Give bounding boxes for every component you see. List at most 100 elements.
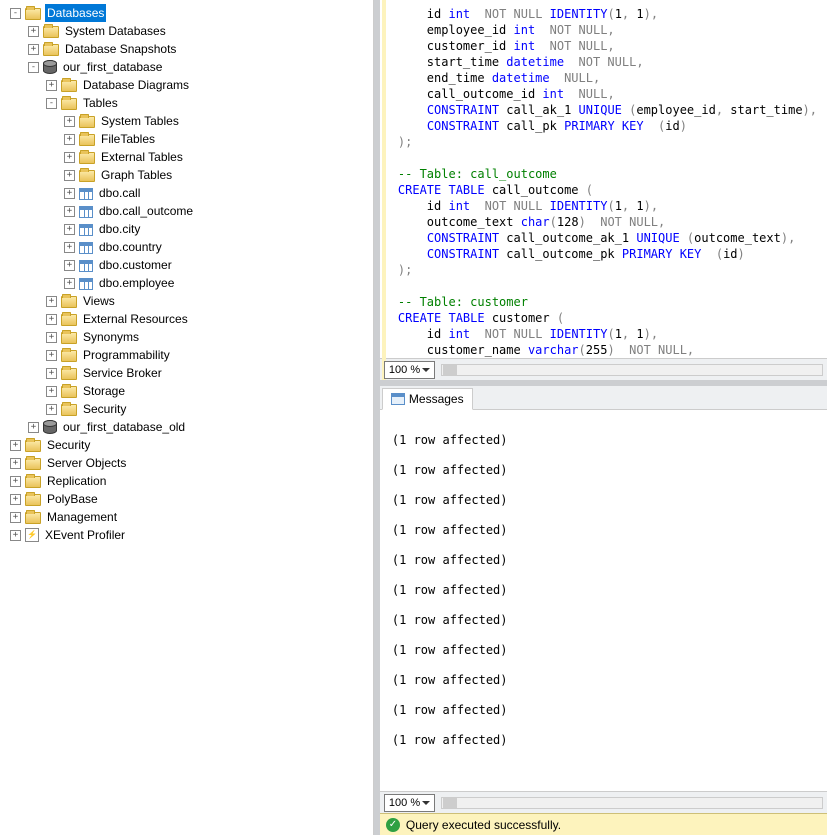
tab-messages[interactable]: Messages bbox=[382, 388, 473, 410]
tree-item-label: Databases bbox=[45, 4, 106, 22]
messages-hscroll[interactable] bbox=[441, 797, 823, 809]
folder-icon bbox=[61, 98, 77, 110]
expand-icon[interactable]: + bbox=[64, 170, 75, 181]
tree-item-database-snapshots[interactable]: + Database Snapshots bbox=[2, 40, 371, 58]
expand-icon[interactable]: + bbox=[10, 530, 21, 541]
tree-item-xevent-profiler[interactable]: +⚡XEvent Profiler bbox=[2, 526, 371, 544]
expand-icon[interactable]: + bbox=[10, 494, 21, 505]
xevent-icon: ⚡ bbox=[25, 528, 39, 542]
tree-item-dbo-call-outcome[interactable]: + dbo.call_outcome bbox=[2, 202, 371, 220]
messages-zoom-dropdown[interactable]: 100 % bbox=[384, 794, 435, 812]
expand-icon[interactable]: + bbox=[28, 44, 39, 55]
expand-icon[interactable]: + bbox=[10, 512, 21, 523]
tree-item-label: dbo.call_outcome bbox=[97, 202, 195, 220]
tree-item-dbo-employee[interactable]: +dbo.employee bbox=[2, 274, 371, 292]
messages-pane[interactable]: (1 row affected) (1 row affected) (1 row… bbox=[380, 410, 827, 791]
editor-zoom-value: 100 % bbox=[389, 364, 420, 376]
folder-icon bbox=[61, 332, 77, 344]
tree-item-label: External Tables bbox=[99, 148, 185, 166]
folder-icon bbox=[25, 440, 41, 452]
expand-icon[interactable]: + bbox=[64, 188, 75, 199]
expand-icon[interactable]: + bbox=[46, 404, 57, 415]
editor-hscroll[interactable] bbox=[441, 364, 823, 376]
tree-item-system-tables[interactable]: + System Tables bbox=[2, 112, 371, 130]
tree-item-replication[interactable]: + Replication bbox=[2, 472, 371, 490]
folder-icon bbox=[79, 134, 95, 146]
messages-zoom-value: 100 % bbox=[389, 797, 420, 809]
expand-icon[interactable]: + bbox=[10, 458, 21, 469]
tree-item-external-resources[interactable]: + External Resources bbox=[2, 310, 371, 328]
folder-icon bbox=[79, 170, 95, 182]
tree-item-filetables[interactable]: +FileTables bbox=[2, 130, 371, 148]
folder-icon bbox=[61, 314, 77, 326]
db-icon bbox=[43, 60, 57, 74]
tree-item-label: Replication bbox=[45, 472, 108, 490]
table-icon bbox=[79, 224, 93, 236]
tree-item-label: System Databases bbox=[63, 22, 168, 40]
tree-item-dbo-customer[interactable]: + dbo.customer bbox=[2, 256, 371, 274]
folder-icon bbox=[61, 368, 77, 380]
collapse-icon[interactable]: - bbox=[10, 8, 21, 19]
tree-item-storage[interactable]: + Storage bbox=[2, 382, 371, 400]
tree-item-label: System Tables bbox=[99, 112, 181, 130]
expand-icon[interactable]: + bbox=[64, 152, 75, 163]
expand-icon[interactable]: + bbox=[46, 332, 57, 343]
expand-icon[interactable]: + bbox=[46, 386, 57, 397]
expand-icon[interactable]: + bbox=[28, 26, 39, 37]
tree-item-label: Tables bbox=[81, 94, 120, 112]
messages-zoom-bar: 100 % bbox=[380, 791, 827, 813]
tree-item-security[interactable]: +Security bbox=[2, 436, 371, 454]
expand-icon[interactable]: + bbox=[10, 440, 21, 451]
tree-item-server-objects[interactable]: +Server Objects bbox=[2, 454, 371, 472]
tree-item-synonyms[interactable]: + Synonyms bbox=[2, 328, 371, 346]
expand-icon[interactable]: + bbox=[46, 314, 57, 325]
tree-item-service-broker[interactable]: +Service Broker bbox=[2, 364, 371, 382]
folder-icon bbox=[61, 80, 77, 92]
folder-icon bbox=[25, 476, 41, 488]
tree-item-label: Storage bbox=[81, 382, 127, 400]
collapse-icon[interactable]: - bbox=[46, 98, 57, 109]
editor-zoom-dropdown[interactable]: 100 % bbox=[384, 361, 435, 379]
tree-item-polybase[interactable]: +PolyBase bbox=[2, 490, 371, 508]
tree-item-our-first-database-old[interactable]: +our_first_database_old bbox=[2, 418, 371, 436]
expand-icon[interactable]: + bbox=[10, 476, 21, 487]
expand-icon[interactable]: + bbox=[64, 206, 75, 217]
expand-icon[interactable]: + bbox=[46, 368, 57, 379]
tree-item-databases[interactable]: - Databases bbox=[2, 4, 371, 22]
collapse-icon[interactable]: - bbox=[28, 62, 39, 73]
tree-item-security[interactable]: +Security bbox=[2, 400, 371, 418]
tree-item-system-databases[interactable]: + System Databases bbox=[2, 22, 371, 40]
folder-icon bbox=[25, 512, 41, 524]
expand-icon[interactable]: + bbox=[28, 422, 39, 433]
tree-item-label: Database Snapshots bbox=[63, 40, 178, 58]
expand-icon[interactable]: + bbox=[64, 278, 75, 289]
table-icon bbox=[79, 188, 93, 200]
expand-icon[interactable]: + bbox=[64, 242, 75, 253]
tree-item-dbo-country[interactable]: + dbo.country bbox=[2, 238, 371, 256]
table-icon bbox=[79, 206, 93, 218]
expand-icon[interactable]: + bbox=[46, 80, 57, 91]
tree-item-label: Synonyms bbox=[81, 328, 141, 346]
object-explorer-tree[interactable]: - Databases + System Databases + Database Sna… bbox=[0, 0, 374, 835]
expand-icon[interactable]: + bbox=[64, 224, 75, 235]
tree-item-tables[interactable]: - Tables bbox=[2, 94, 371, 112]
table-icon bbox=[79, 260, 93, 272]
tree-item-external-tables[interactable]: + External Tables bbox=[2, 148, 371, 166]
expand-icon[interactable]: + bbox=[64, 116, 75, 127]
sql-editor[interactable]: id int NOT NULL IDENTITY(1, 1), employee… bbox=[380, 0, 827, 358]
tree-item-views[interactable]: +Views bbox=[2, 292, 371, 310]
tree-item-label: dbo.country bbox=[97, 238, 164, 256]
tree-item-management[interactable]: +Management bbox=[2, 508, 371, 526]
expand-icon[interactable]: + bbox=[64, 134, 75, 145]
tree-item-graph-tables[interactable]: +Graph Tables bbox=[2, 166, 371, 184]
tree-item-dbo-city[interactable]: +dbo.city bbox=[2, 220, 371, 238]
expand-icon[interactable]: + bbox=[46, 296, 57, 307]
tree-item-dbo-call[interactable]: +dbo.call bbox=[2, 184, 371, 202]
tree-item-label: dbo.customer bbox=[97, 256, 174, 274]
tree-item-our-first-database[interactable]: -our_first_database bbox=[2, 58, 371, 76]
expand-icon[interactable]: + bbox=[64, 260, 75, 271]
tree-item-database-diagrams[interactable]: +Database Diagrams bbox=[2, 76, 371, 94]
tree-item-programmability[interactable]: +Programmability bbox=[2, 346, 371, 364]
tree-item-label: External Resources bbox=[81, 310, 190, 328]
expand-icon[interactable]: + bbox=[46, 350, 57, 361]
